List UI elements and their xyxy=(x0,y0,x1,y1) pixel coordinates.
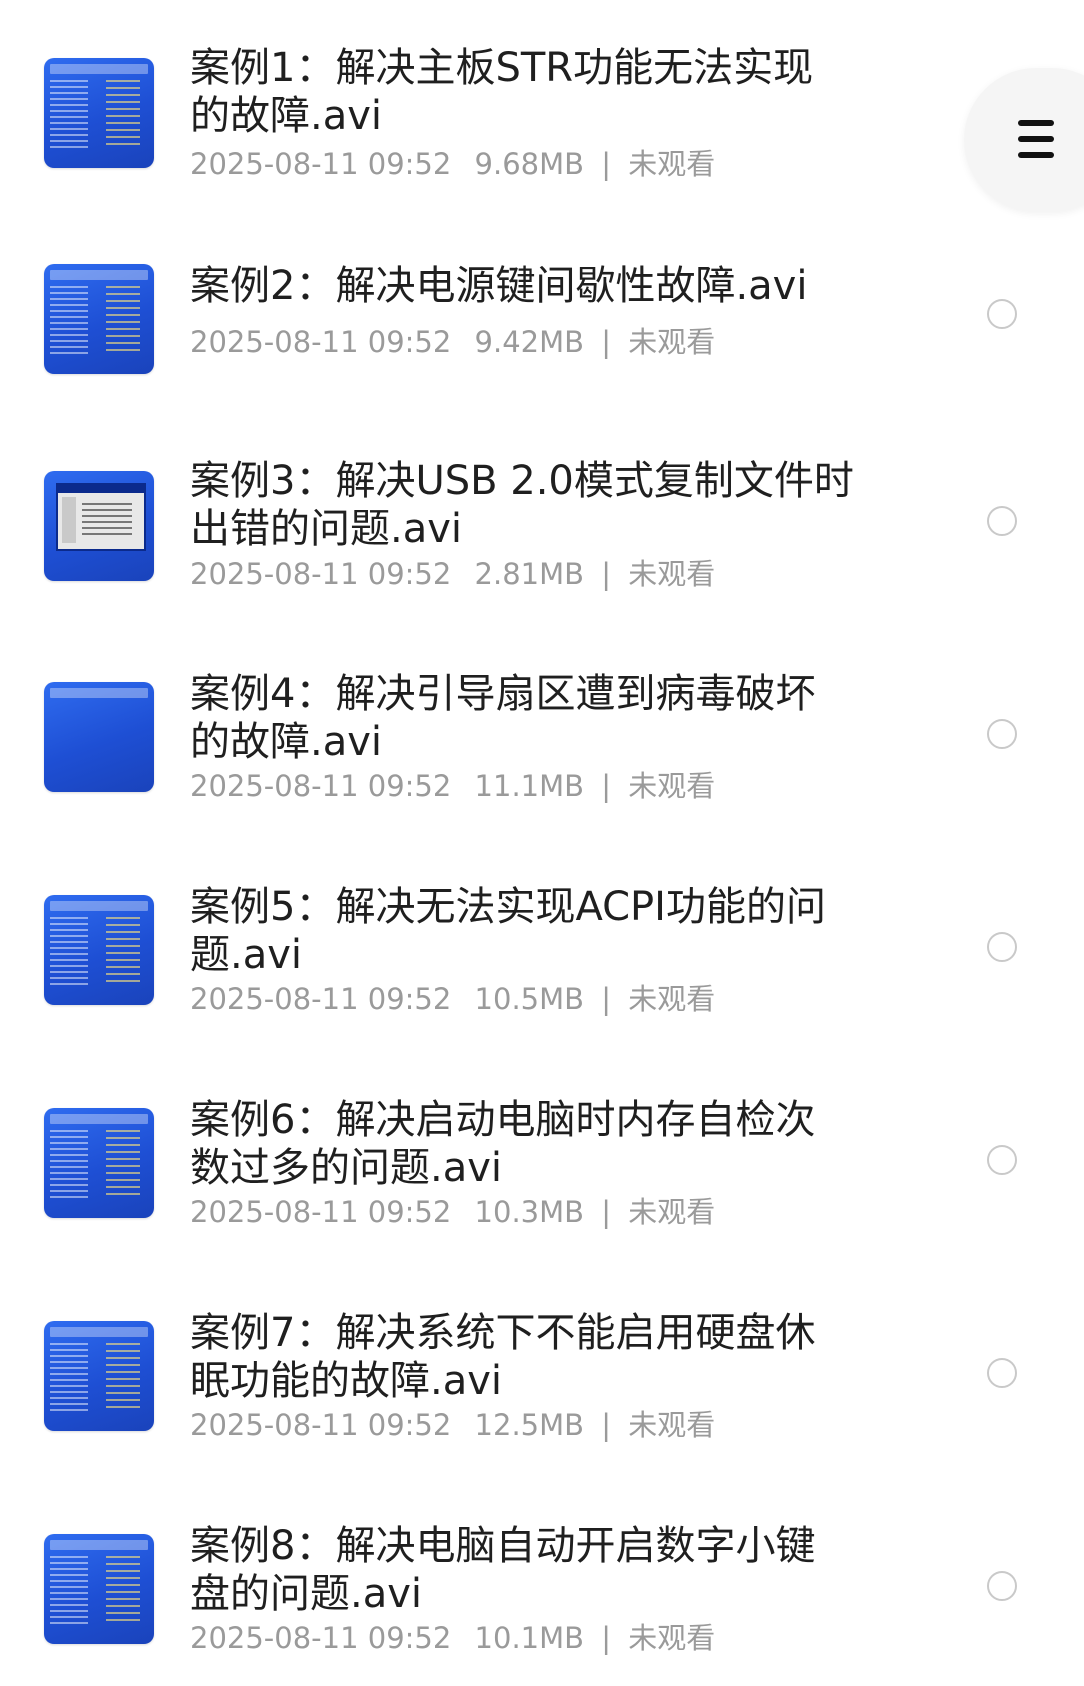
meta-separator: | xyxy=(601,769,612,803)
video-title: 案例1：解决主板STR功能无法实现 的故障.avi xyxy=(190,45,814,139)
video-size: 12.5MB xyxy=(474,1408,585,1442)
video-thumbnail xyxy=(44,1108,154,1218)
video-date: 2025-08-11 09:52 xyxy=(190,1195,452,1229)
meta-separator: | xyxy=(601,1621,612,1655)
video-date: 2025-08-11 09:52 xyxy=(190,769,452,803)
meta-separator: | xyxy=(601,147,612,181)
list-item[interactable]: 案例6：解决启动电脑时内存自检次 数过多的问题.avi 2025-08-11 0… xyxy=(0,1094,1084,1274)
video-meta: 2025-08-11 09:52 10.5MB | 未观看 xyxy=(190,981,715,1017)
watch-status: 未观看 xyxy=(628,769,716,803)
video-date: 2025-08-11 09:52 xyxy=(190,982,452,1016)
watch-status: 未观看 xyxy=(628,982,716,1016)
list-item[interactable]: 案例1：解决主板STR功能无法实现 的故障.avi 2025-08-11 09:… xyxy=(0,40,1084,220)
select-radio[interactable] xyxy=(987,506,1017,536)
list-item[interactable]: 案例3：解决USB 2.0模式复制文件时 出错的问题.avi 2025-08-1… xyxy=(0,455,1084,635)
video-date: 2025-08-11 09:52 xyxy=(190,557,452,591)
video-title: 案例2：解决电源键间歇性故障.avi xyxy=(190,263,808,309)
list-item[interactable]: 案例5：解决无法实现ACPI功能的问 题.avi 2025-08-11 09:5… xyxy=(0,881,1084,1061)
video-thumbnail xyxy=(44,895,154,1005)
video-thumbnail xyxy=(44,58,154,168)
video-meta: 2025-08-11 09:52 10.3MB | 未观看 xyxy=(190,1194,715,1230)
video-size: 10.3MB xyxy=(474,1195,585,1229)
video-list-page: 案例1：解决主板STR功能无法实现 的故障.avi 2025-08-11 09:… xyxy=(0,0,1084,1686)
video-meta: 2025-08-11 09:52 11.1MB | 未观看 xyxy=(190,768,715,804)
meta-separator: | xyxy=(601,982,612,1016)
list-item[interactable]: 案例4：解决引导扇区遭到病毒破坏 的故障.avi 2025-08-11 09:5… xyxy=(0,668,1084,848)
watch-status: 未观看 xyxy=(628,1408,716,1442)
video-size: 10.5MB xyxy=(474,982,585,1016)
video-title: 案例7：解决系统下不能启用硬盘休 眠功能的故障.avi xyxy=(190,1310,816,1404)
video-thumbnail xyxy=(44,1321,154,1431)
select-radio[interactable] xyxy=(987,1145,1017,1175)
video-meta: 2025-08-11 09:52 9.68MB | 未观看 xyxy=(190,146,715,182)
list-item[interactable]: 案例2：解决电源键间歇性故障.avi 2025-08-11 09:52 9.42… xyxy=(0,254,1084,434)
video-size: 9.68MB xyxy=(474,147,585,181)
select-radio[interactable] xyxy=(987,932,1017,962)
video-size: 10.1MB xyxy=(474,1621,585,1655)
meta-separator: | xyxy=(601,557,612,591)
select-radio[interactable] xyxy=(987,719,1017,749)
video-date: 2025-08-11 09:52 xyxy=(190,147,452,181)
video-thumbnail xyxy=(44,471,154,581)
meta-separator: | xyxy=(601,1195,612,1229)
video-date: 2025-08-11 09:52 xyxy=(190,325,452,359)
video-size: 9.42MB xyxy=(474,325,585,359)
select-radio[interactable] xyxy=(987,1571,1017,1601)
video-meta: 2025-08-11 09:52 9.42MB | 未观看 xyxy=(190,324,715,360)
video-title: 案例6：解决启动电脑时内存自检次 数过多的问题.avi xyxy=(190,1097,816,1191)
video-title: 案例5：解决无法实现ACPI功能的问 题.avi xyxy=(190,884,826,978)
video-title: 案例4：解决引导扇区遭到病毒破坏 的故障.avi xyxy=(190,671,816,765)
video-meta: 2025-08-11 09:52 12.5MB | 未观看 xyxy=(190,1407,715,1443)
watch-status: 未观看 xyxy=(628,557,716,591)
watch-status: 未观看 xyxy=(628,147,716,181)
select-radio[interactable] xyxy=(987,1358,1017,1388)
video-date: 2025-08-11 09:52 xyxy=(190,1621,452,1655)
video-size: 11.1MB xyxy=(474,769,585,803)
video-thumbnail xyxy=(44,1534,154,1644)
video-thumbnail xyxy=(44,682,154,792)
video-title: 案例3：解决USB 2.0模式复制文件时 出错的问题.avi xyxy=(190,458,854,552)
meta-separator: | xyxy=(601,1408,612,1442)
video-meta: 2025-08-11 09:52 2.81MB | 未观看 xyxy=(190,556,715,592)
video-title: 案例8：解决电脑自动开启数字小键 盘的问题.avi xyxy=(190,1523,816,1617)
video-size: 2.81MB xyxy=(474,557,585,591)
list-item[interactable]: 案例8：解决电脑自动开启数字小键 盘的问题.avi 2025-08-11 09:… xyxy=(0,1520,1084,1686)
video-date: 2025-08-11 09:52 xyxy=(190,1408,452,1442)
list-item[interactable]: 案例7：解决系统下不能启用硬盘休 眠功能的故障.avi 2025-08-11 0… xyxy=(0,1307,1084,1487)
hamburger-menu-icon xyxy=(1018,120,1054,158)
select-radio[interactable] xyxy=(987,299,1017,329)
watch-status: 未观看 xyxy=(628,1621,716,1655)
watch-status: 未观看 xyxy=(628,1195,716,1229)
watch-status: 未观看 xyxy=(628,325,716,359)
video-thumbnail xyxy=(44,264,154,374)
video-meta: 2025-08-11 09:52 10.1MB | 未观看 xyxy=(190,1620,715,1656)
meta-separator: | xyxy=(601,325,612,359)
